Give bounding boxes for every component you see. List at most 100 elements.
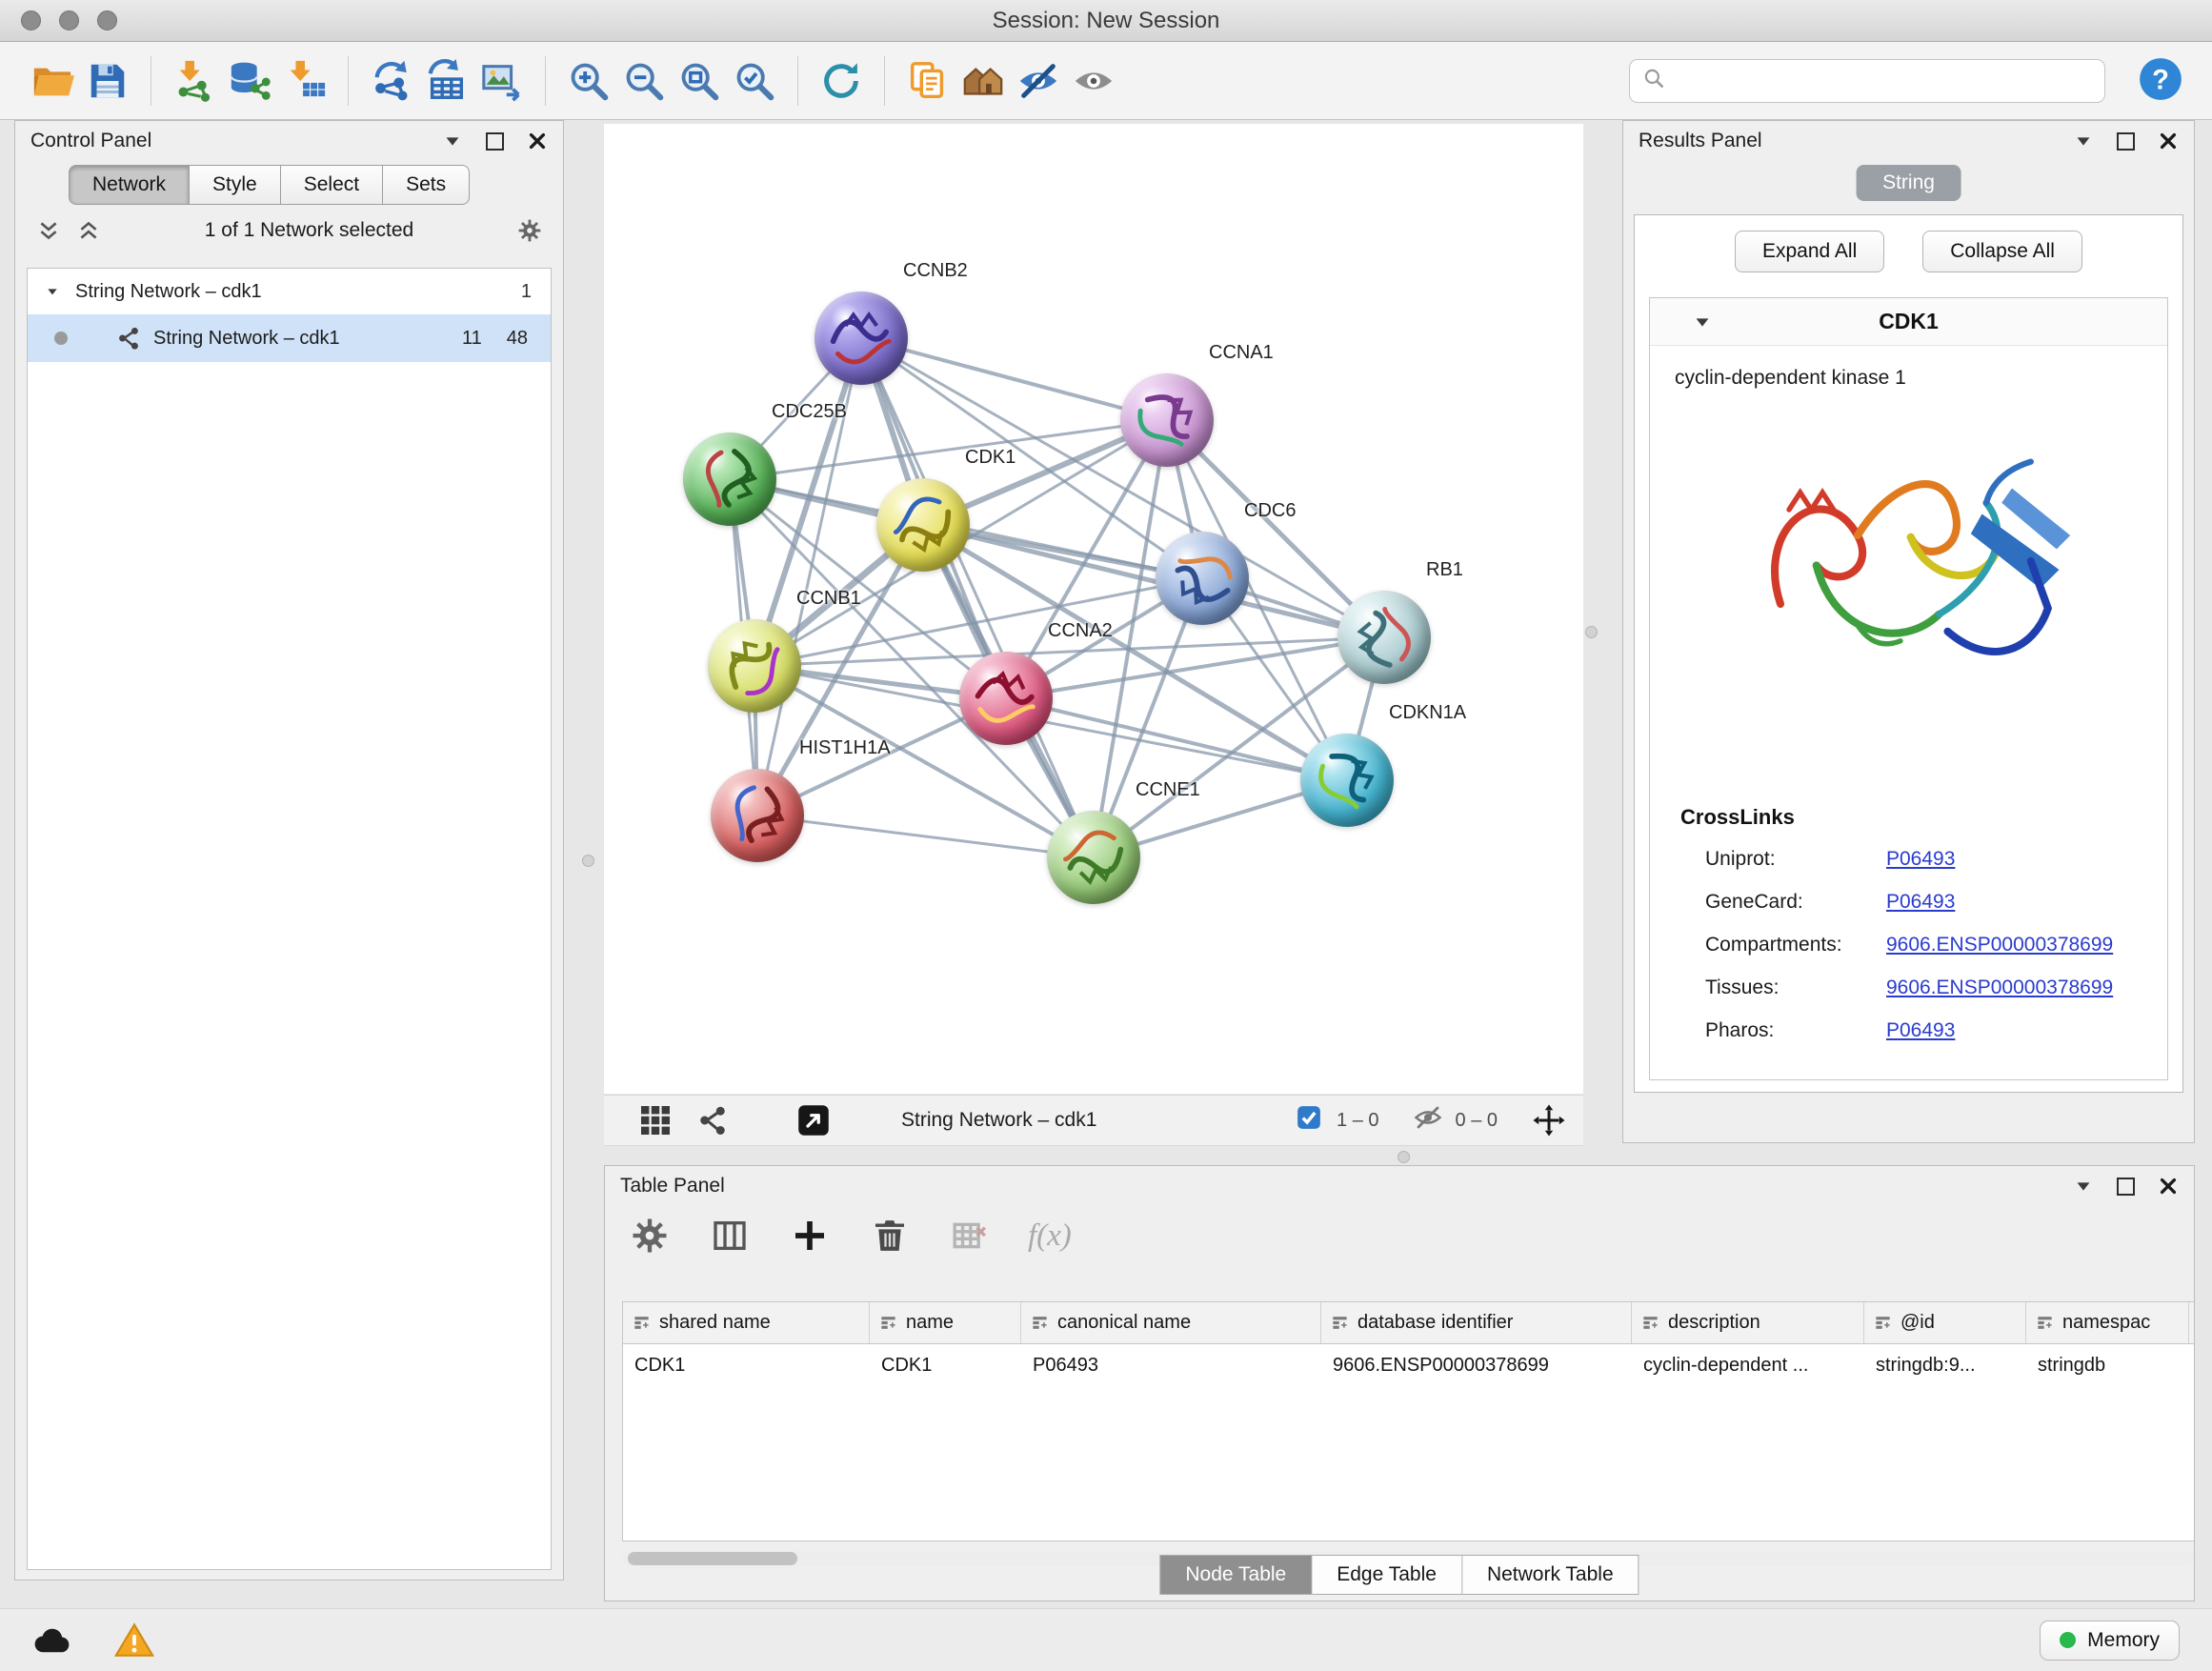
- network-tree-item[interactable]: String Network – cdk1 11 48: [28, 314, 551, 362]
- refresh-icon[interactable]: [814, 53, 869, 109]
- zoom-selected-icon[interactable]: [727, 53, 782, 109]
- tab-string[interactable]: String: [1856, 165, 1961, 201]
- show-all-icon[interactable]: [1066, 53, 1121, 109]
- table-cell[interactable]: 9606.ENSP00000378699: [1321, 1355, 1632, 1377]
- left-splitter-handle[interactable]: [582, 855, 594, 867]
- panel-collapse-icon[interactable]: [442, 131, 463, 151]
- collapse-all-button[interactable]: Collapse All: [1922, 231, 2082, 272]
- network-node[interactable]: [959, 652, 1053, 745]
- tab-sets[interactable]: Sets: [383, 165, 470, 205]
- network-node[interactable]: [711, 769, 804, 862]
- import-network-file-icon[interactable]: [167, 53, 222, 109]
- table-cell[interactable]: stringdb:9...: [1864, 1355, 2026, 1377]
- import-network-database-icon[interactable]: [222, 53, 277, 109]
- homes-icon[interactable]: [955, 53, 1011, 109]
- table-cell[interactable]: stringdb: [2026, 1355, 2189, 1377]
- zoom-in-icon[interactable]: [561, 53, 616, 109]
- panel-close-icon[interactable]: [527, 131, 548, 151]
- fit-content-icon[interactable]: [1532, 1103, 1566, 1137]
- search-box[interactable]: [1629, 59, 2105, 103]
- network-node[interactable]: [876, 478, 970, 572]
- tab-style[interactable]: Style: [190, 165, 281, 205]
- panel-close-icon[interactable]: [2158, 1176, 2179, 1197]
- tab-network[interactable]: Network: [69, 165, 190, 205]
- network-node[interactable]: [708, 619, 801, 713]
- export-image-icon[interactable]: [474, 53, 530, 109]
- hide-selected-icon[interactable]: [1011, 53, 1066, 109]
- network-options-gear-icon[interactable]: [517, 218, 542, 243]
- zoom-out-icon[interactable]: [616, 53, 672, 109]
- column-header[interactable]: @id: [1864, 1302, 2026, 1343]
- column-header[interactable]: description: [1632, 1302, 1864, 1343]
- create-column-icon[interactable]: [788, 1214, 832, 1258]
- zoom-fit-icon[interactable]: [672, 53, 727, 109]
- column-header[interactable]: name: [870, 1302, 1021, 1343]
- right-splitter-handle[interactable]: [1585, 626, 1598, 638]
- show-columns-icon[interactable]: [708, 1214, 752, 1258]
- delete-column-icon[interactable]: [868, 1214, 912, 1258]
- network-item-label[interactable]: String Network – cdk1: [153, 328, 340, 350]
- table-row[interactable]: CDK1CDK1P064939606.ENSP00000378699cyclin…: [623, 1344, 2194, 1386]
- import-table-file-icon[interactable]: [277, 53, 332, 109]
- network-view-canvas[interactable]: CCNB2 CCNA1 CDC25B CDK1 CDC6 RB1 CCNB1 C…: [604, 124, 1583, 1094]
- new-network-icon[interactable]: [364, 53, 419, 109]
- copy-icon[interactable]: [900, 53, 955, 109]
- network-overview-icon[interactable]: [695, 1103, 730, 1137]
- panel-close-icon[interactable]: [2158, 131, 2179, 151]
- panel-float-icon[interactable]: [2117, 1178, 2135, 1196]
- crosslink-value-link[interactable]: P06493: [1886, 891, 1955, 914]
- network-node[interactable]: [1156, 532, 1249, 625]
- expand-all-button[interactable]: Expand All: [1735, 231, 1884, 272]
- bottom-splitter-handle[interactable]: [1398, 1151, 1410, 1163]
- tab-node-table[interactable]: Node Table: [1159, 1555, 1312, 1595]
- network-node[interactable]: [1337, 591, 1431, 684]
- network-collection-label[interactable]: String Network – cdk1: [75, 281, 262, 303]
- panel-float-icon[interactable]: [2117, 132, 2135, 151]
- column-header[interactable]: canonical name: [1021, 1302, 1321, 1343]
- panel-collapse-icon[interactable]: [2073, 1176, 2094, 1197]
- network-node[interactable]: [1047, 811, 1140, 904]
- birdseye-view-icon[interactable]: [638, 1103, 673, 1137]
- collapse-all-tree-icon[interactable]: [76, 218, 101, 243]
- cloud-status-icon[interactable]: [32, 1621, 72, 1661]
- table-options-gear-icon[interactable]: [628, 1214, 672, 1258]
- section-collapse-icon[interactable]: [1692, 312, 1713, 332]
- zoom-window-icon[interactable]: [97, 10, 117, 30]
- table-cell[interactable]: P06493: [1021, 1355, 1321, 1377]
- crosslink-value-link[interactable]: 9606.ENSP00000378699: [1886, 976, 2113, 999]
- table-cell[interactable]: cyclin-dependent ...: [1632, 1355, 1864, 1377]
- hidden-eye-icon[interactable]: [1414, 1103, 1442, 1137]
- new-table-icon[interactable]: [419, 53, 474, 109]
- crosslink-value-link[interactable]: 9606.ENSP00000378699: [1886, 934, 2113, 956]
- tab-network-table[interactable]: Network Table: [1462, 1555, 1639, 1595]
- warning-icon[interactable]: [114, 1621, 154, 1661]
- crosslink-value-link[interactable]: P06493: [1886, 848, 1955, 871]
- close-window-icon[interactable]: [21, 10, 41, 30]
- network-node[interactable]: [683, 433, 776, 526]
- search-input[interactable]: [1674, 70, 2093, 92]
- network-collection-row[interactable]: String Network – cdk1 1: [28, 269, 551, 314]
- expand-all-tree-icon[interactable]: [36, 218, 61, 243]
- network-node[interactable]: [814, 292, 908, 385]
- scrollbar-thumb[interactable]: [628, 1552, 797, 1565]
- table-cell[interactable]: CDK1: [870, 1355, 1021, 1377]
- table-cell[interactable]: CDK1: [623, 1355, 870, 1377]
- export-view-icon[interactable]: [796, 1103, 831, 1137]
- panel-collapse-icon[interactable]: [2073, 131, 2094, 151]
- tab-select[interactable]: Select: [281, 165, 383, 205]
- network-node[interactable]: [1300, 734, 1394, 827]
- panel-float-icon[interactable]: [486, 132, 504, 151]
- save-session-icon[interactable]: [80, 53, 135, 109]
- gene-section-header[interactable]: CDK1: [1650, 298, 2167, 346]
- column-header[interactable]: database identifier: [1321, 1302, 1632, 1343]
- open-session-icon[interactable]: [25, 53, 80, 109]
- minimize-window-icon[interactable]: [59, 10, 79, 30]
- crosslink-value-link[interactable]: P06493: [1886, 1019, 1955, 1042]
- network-node[interactable]: [1120, 373, 1214, 467]
- help-button[interactable]: ?: [2134, 54, 2187, 108]
- selected-checkbox-icon[interactable]: [1295, 1103, 1323, 1137]
- column-header[interactable]: namespac: [2026, 1302, 2189, 1343]
- tree-expand-icon[interactable]: [43, 284, 62, 299]
- column-header[interactable]: shared name: [623, 1302, 870, 1343]
- tab-edge-table[interactable]: Edge Table: [1312, 1555, 1462, 1595]
